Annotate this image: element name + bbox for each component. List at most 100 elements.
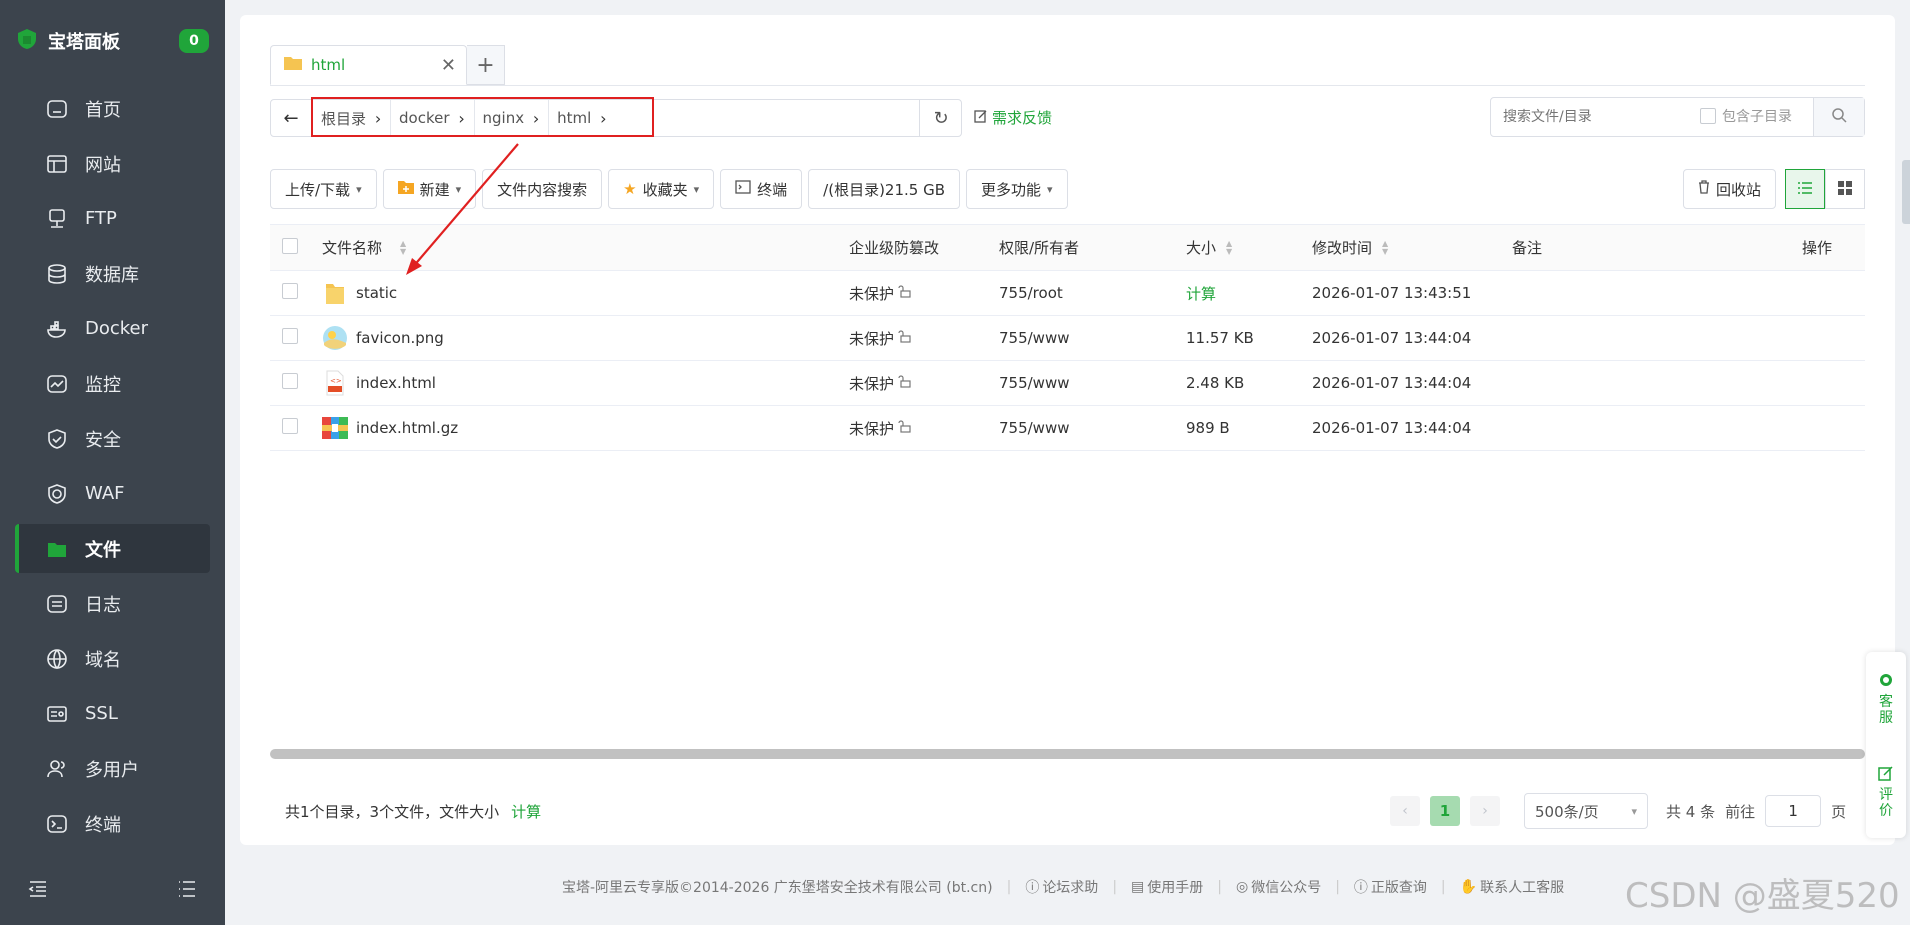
search-button[interactable] (1813, 98, 1864, 136)
sidebar-item-website[interactable]: 网站 (15, 139, 210, 188)
sidebar-item-security[interactable]: 安全 (15, 414, 210, 463)
file-name[interactable]: index.html.gz (356, 419, 458, 437)
sidebar-item-ssl[interactable]: SSL (15, 689, 210, 738)
breadcrumb-item-docker[interactable]: docker (391, 100, 450, 136)
review-button[interactable]: 评价 (1878, 765, 1894, 819)
row-checkbox[interactable] (282, 328, 298, 344)
include-subdir-checkbox[interactable]: 包含子目录 (1700, 106, 1792, 126)
sidebar-item-ftp[interactable]: FTP (15, 194, 210, 243)
header-label: 权限/所有者 (999, 239, 1080, 257)
add-tab-button[interactable]: + (467, 45, 505, 85)
perm-cell[interactable]: 755/www (999, 419, 1186, 437)
row-checkbox[interactable] (282, 283, 298, 299)
checkbox[interactable] (1700, 108, 1716, 124)
list-view-button[interactable] (1785, 169, 1825, 209)
search-input[interactable] (1491, 98, 1695, 136)
sidebar-item-terminal[interactable]: 终端 (15, 799, 210, 848)
menu-list-icon[interactable] (177, 880, 197, 902)
sidebar-item-home[interactable]: 首页 (15, 84, 210, 133)
breadcrumb-item-root[interactable]: 根目录 (313, 100, 366, 136)
sidebar-item-users[interactable]: 多用户 (15, 744, 210, 793)
file-name-cell[interactable]: static (322, 280, 849, 306)
protect-cell[interactable]: 未保护 (849, 283, 999, 304)
feedback-label: 需求反馈 (992, 109, 1053, 127)
close-icon[interactable]: ✕ (441, 55, 456, 76)
select-all-checkbox[interactable] (282, 237, 298, 254)
chevron-right-icon[interactable]: › (366, 100, 392, 136)
col-size[interactable]: 大小 ▲ ▼ (1186, 237, 1312, 258)
sidebar-item-files[interactable]: 文件 (15, 524, 210, 573)
tab-html[interactable]: html ✕ (270, 45, 467, 85)
mtime-cell: 2026-01-07 13:44:04 (1312, 329, 1472, 347)
calc-total-size-link[interactable]: 计算 (511, 801, 541, 822)
prev-page-button[interactable]: ‹ (1390, 796, 1420, 826)
row-checkbox[interactable] (282, 373, 298, 389)
contact-support-link[interactable]: ✋ 联系人工客服 (1460, 877, 1564, 897)
forum-help-link[interactable]: ⓘ 论坛求助 (1025, 877, 1098, 897)
file-name-cell[interactable]: index.html.gz (322, 415, 849, 441)
grid-view-button[interactable] (1825, 169, 1865, 209)
brand[interactable]: 宝塔面板 (16, 26, 120, 56)
disk-usage-button[interactable]: /(根目录)21.5 GB (808, 169, 961, 209)
goto-page-input[interactable]: 1 (1765, 795, 1822, 827)
sidebar-item-monitor[interactable]: 监控 (15, 359, 210, 408)
feedback-link[interactable]: 需求反馈 (974, 107, 1052, 128)
breadcrumb-item-html[interactable]: html (549, 100, 591, 136)
table-row[interactable]: static 未保护 755/root 计算 2026-01-07 13:43:… (270, 271, 1865, 316)
new-button[interactable]: 新建 ▾ (382, 169, 477, 209)
page-size-select[interactable]: 500条/页 ▾ (1524, 793, 1648, 829)
sidebar-item-database[interactable]: 数据库 (15, 249, 210, 298)
sort-icon: ▲ ▼ (1382, 238, 1389, 256)
protect-cell[interactable]: 未保护 (849, 418, 999, 439)
header-label: 备注 (1512, 239, 1543, 257)
perm-cell[interactable]: 755/www (999, 374, 1186, 392)
table-row[interactable]: index.html.gz 未保护 755/www 989 B 2026-01-… (270, 406, 1865, 451)
favorites-button[interactable]: ★ 收藏夹 ▾ (608, 169, 715, 209)
upload-download-button[interactable]: 上传/下载 ▾ (270, 169, 377, 209)
table-row[interactable]: <> index.html 未保护 755/www 2.48 KB 2026-0… (270, 361, 1865, 406)
row-checkbox[interactable] (282, 418, 298, 434)
sidebar-item-domain[interactable]: 域名 (15, 634, 210, 683)
file-name-cell[interactable]: favicon.png (322, 325, 849, 351)
chevron-right-icon[interactable]: › (591, 100, 615, 136)
refresh-button[interactable]: ↻ (919, 100, 962, 136)
breadcrumb-item-nginx[interactable]: nginx (475, 100, 525, 136)
back-button[interactable]: ← (271, 100, 312, 136)
sidebar-item-logs[interactable]: 日志 (15, 579, 210, 628)
database-icon (45, 262, 69, 286)
page-number-current[interactable]: 1 (1430, 796, 1460, 826)
sidebar-item-label: Docker (85, 318, 149, 339)
recycle-bin-button[interactable]: 回收站 (1683, 169, 1777, 209)
content-search-button[interactable]: 文件内容搜索 (482, 169, 603, 209)
chevron-right-icon[interactable]: › (524, 100, 550, 136)
more-functions-button[interactable]: 更多功能 ▾ (966, 169, 1068, 209)
customer-service-button[interactable]: 客服 (1878, 672, 1894, 726)
collapse-sidebar-icon[interactable] (28, 880, 48, 902)
col-mtime[interactable]: 修改时间 ▲ ▼ (1312, 237, 1512, 258)
file-name[interactable]: index.html (356, 374, 436, 392)
wechat-link[interactable]: ◎ 微信公众号 (1236, 877, 1321, 897)
home-icon (45, 97, 69, 121)
col-name[interactable]: 文件名称 ▲ ▼ (322, 237, 849, 258)
calc-size-link[interactable]: 计算 (1186, 283, 1312, 304)
horizontal-scrollbar[interactable] (270, 749, 1865, 759)
file-name[interactable]: static (356, 284, 397, 302)
perm-cell[interactable]: 755/www (999, 329, 1186, 347)
chevron-right-icon[interactable]: › (450, 100, 475, 136)
protect-cell[interactable]: 未保护 (849, 373, 999, 394)
protect-cell[interactable]: 未保护 (849, 328, 999, 349)
notification-badge[interactable]: 0 (179, 29, 209, 53)
perm-cell[interactable]: 755/root (999, 284, 1186, 302)
edge-handle[interactable] (1902, 160, 1910, 224)
file-name-cell[interactable]: <> index.html (322, 370, 849, 396)
sidebar-item-waf[interactable]: WAF (15, 469, 210, 518)
sidebar-item-docker[interactable]: Docker (15, 304, 210, 353)
terminal-button[interactable]: 终端 (720, 169, 803, 209)
file-name[interactable]: favicon.png (356, 329, 444, 347)
next-page-button[interactable]: › (1470, 796, 1500, 826)
svg-text:<>: <> (330, 377, 342, 385)
waf-icon (45, 482, 69, 506)
table-row[interactable]: favicon.png 未保护 755/www 11.57 KB 2026-01… (270, 316, 1865, 361)
license-check-link[interactable]: ⓘ 正版查询 (1354, 877, 1427, 897)
manual-link[interactable]: ▤ 使用手册 (1131, 877, 1203, 897)
